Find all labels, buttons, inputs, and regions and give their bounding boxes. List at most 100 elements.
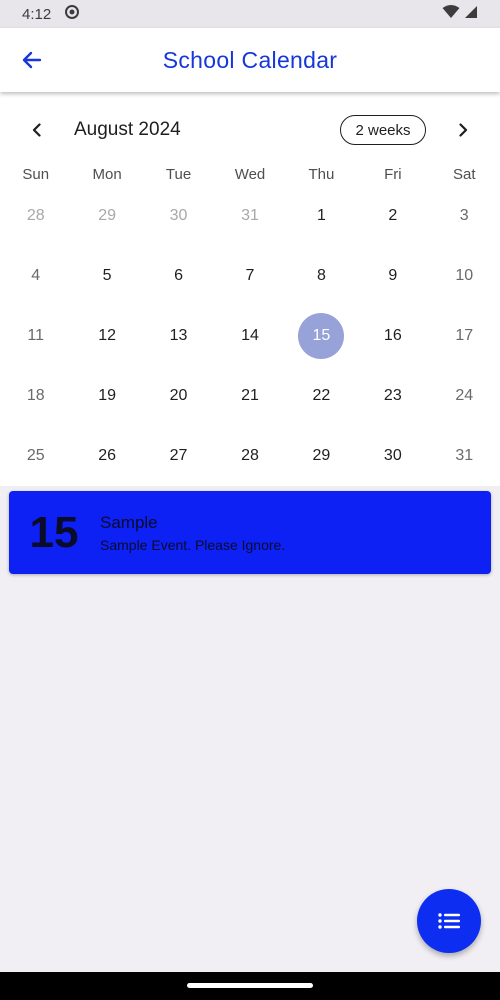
event-day: 15 <box>29 507 79 557</box>
app-notification-icon <box>65 5 80 23</box>
day-cell[interactable]: 14 <box>214 306 285 366</box>
day-cell[interactable]: 21 <box>214 366 285 426</box>
day-number: 24 <box>455 387 474 404</box>
day-number: 25 <box>26 447 45 464</box>
day-number: 16 <box>383 327 402 344</box>
day-cell[interactable]: 31 <box>429 426 500 486</box>
day-cell[interactable]: 23 <box>357 366 428 426</box>
day-number: 12 <box>98 327 117 344</box>
day-cell[interactable]: 12 <box>71 306 142 366</box>
day-cell[interactable]: 28 <box>0 186 71 246</box>
day-cell[interactable]: 24 <box>429 366 500 426</box>
month-label: August 2024 <box>74 119 181 140</box>
day-number: 9 <box>388 267 398 284</box>
day-cell[interactable]: 17 <box>429 306 500 366</box>
day-cell[interactable]: 19 <box>71 366 142 426</box>
day-number: 3 <box>459 207 469 224</box>
day-cell[interactable]: 11 <box>0 306 71 366</box>
day-number: 5 <box>102 267 112 284</box>
day-number: 26 <box>98 447 117 464</box>
day-cell[interactable]: 25 <box>0 426 71 486</box>
day-number: 14 <box>241 327 259 344</box>
day-number: 30 <box>169 207 188 224</box>
day-number: 17 <box>455 327 474 344</box>
day-cell[interactable]: 28 <box>214 426 285 486</box>
day-cell[interactable]: 27 <box>143 426 214 486</box>
day-cell[interactable]: 18 <box>0 366 71 426</box>
home-handle[interactable] <box>187 983 313 988</box>
back-button[interactable] <box>18 46 46 74</box>
event-description: Sample Event. Please Ignore. <box>100 536 286 553</box>
status-indicators <box>442 5 478 23</box>
day-cell[interactable]: 6 <box>143 246 214 306</box>
day-number: 21 <box>241 387 259 404</box>
day-number: 18 <box>26 387 45 404</box>
event-card[interactable]: 15 Sample Sample Event. Please Ignore. <box>9 491 491 574</box>
day-number: 28 <box>26 207 45 224</box>
day-number: 8 <box>316 267 326 284</box>
arrow-left-icon <box>22 51 42 69</box>
calendar: August 2024 2 weeks Sun Mon Tue Wed Thu … <box>0 92 500 486</box>
day-cell[interactable]: 4 <box>0 246 71 306</box>
weekday-header-row: Sun Mon Tue Wed Thu Fri Sat <box>0 166 500 188</box>
calendar-header: August 2024 2 weeks <box>0 110 500 150</box>
day-cell[interactable]: 26 <box>71 426 142 486</box>
day-number: 2 <box>388 207 398 224</box>
chevron-left-icon <box>32 123 41 137</box>
weekday-label: Wed <box>234 166 266 183</box>
day-number: 4 <box>31 267 41 284</box>
weekday-label: Thu <box>308 166 335 183</box>
list-icon <box>438 913 460 929</box>
day-cell[interactable]: 2 <box>357 186 428 246</box>
day-cell[interactable]: 10 <box>429 246 500 306</box>
day-cell[interactable]: 20 <box>143 366 214 426</box>
day-number: 30 <box>383 447 402 464</box>
signal-icon <box>464 5 478 23</box>
day-cell[interactable]: 30 <box>143 186 214 246</box>
list-view-button[interactable] <box>417 889 481 953</box>
day-number: 27 <box>169 447 188 464</box>
previous-month-button[interactable] <box>25 118 49 142</box>
day-number: 7 <box>245 267 255 284</box>
status-time: 4:12 <box>22 5 52 23</box>
weekday-label: Sat <box>452 166 476 183</box>
day-number: 29 <box>98 207 117 224</box>
day-cell[interactable]: 13 <box>143 306 214 366</box>
event-title: Sample <box>100 512 158 532</box>
day-number: 20 <box>169 387 188 404</box>
day-cell[interactable]: 7 <box>214 246 285 306</box>
app-bar: School Calendar <box>0 28 500 92</box>
day-number: 22 <box>312 387 331 404</box>
day-number: 6 <box>174 267 183 284</box>
day-cell[interactable]: 5 <box>71 246 142 306</box>
weekday-label: Sun <box>22 166 50 183</box>
day-cell-selected[interactable]: 15 <box>286 306 357 366</box>
day-cell[interactable]: 22 <box>286 366 357 426</box>
day-cell[interactable]: 29 <box>71 186 142 246</box>
day-number: 31 <box>241 207 259 224</box>
selected-day-marker: 15 <box>298 313 345 359</box>
day-number: 13 <box>169 327 188 344</box>
day-number: 29 <box>312 447 331 464</box>
day-cell[interactable]: 16 <box>357 306 428 366</box>
page-title: School Calendar <box>162 46 338 73</box>
event-info: Sample Sample Event. Please Ignore. <box>99 513 285 553</box>
wifi-icon <box>442 5 460 23</box>
day-cell[interactable]: 3 <box>429 186 500 246</box>
day-cell[interactable]: 29 <box>286 426 357 486</box>
weekday-label: Mon <box>92 166 122 183</box>
day-number: 31 <box>455 447 474 464</box>
day-cell[interactable]: 9 <box>357 246 428 306</box>
system-navigation-bar <box>0 972 500 1000</box>
day-number: 28 <box>241 447 259 464</box>
next-month-button[interactable] <box>451 118 475 142</box>
day-cell[interactable]: 8 <box>286 246 357 306</box>
weekday-label: Tue <box>165 166 192 183</box>
day-number: 11 <box>27 327 45 344</box>
day-number: 1 <box>316 207 326 224</box>
day-cell[interactable]: 30 <box>357 426 428 486</box>
day-number: 10 <box>455 267 474 284</box>
calendar-format-button[interactable]: 2 weeks <box>340 115 426 145</box>
day-cell[interactable]: 1 <box>286 186 357 246</box>
day-cell[interactable]: 31 <box>214 186 285 246</box>
